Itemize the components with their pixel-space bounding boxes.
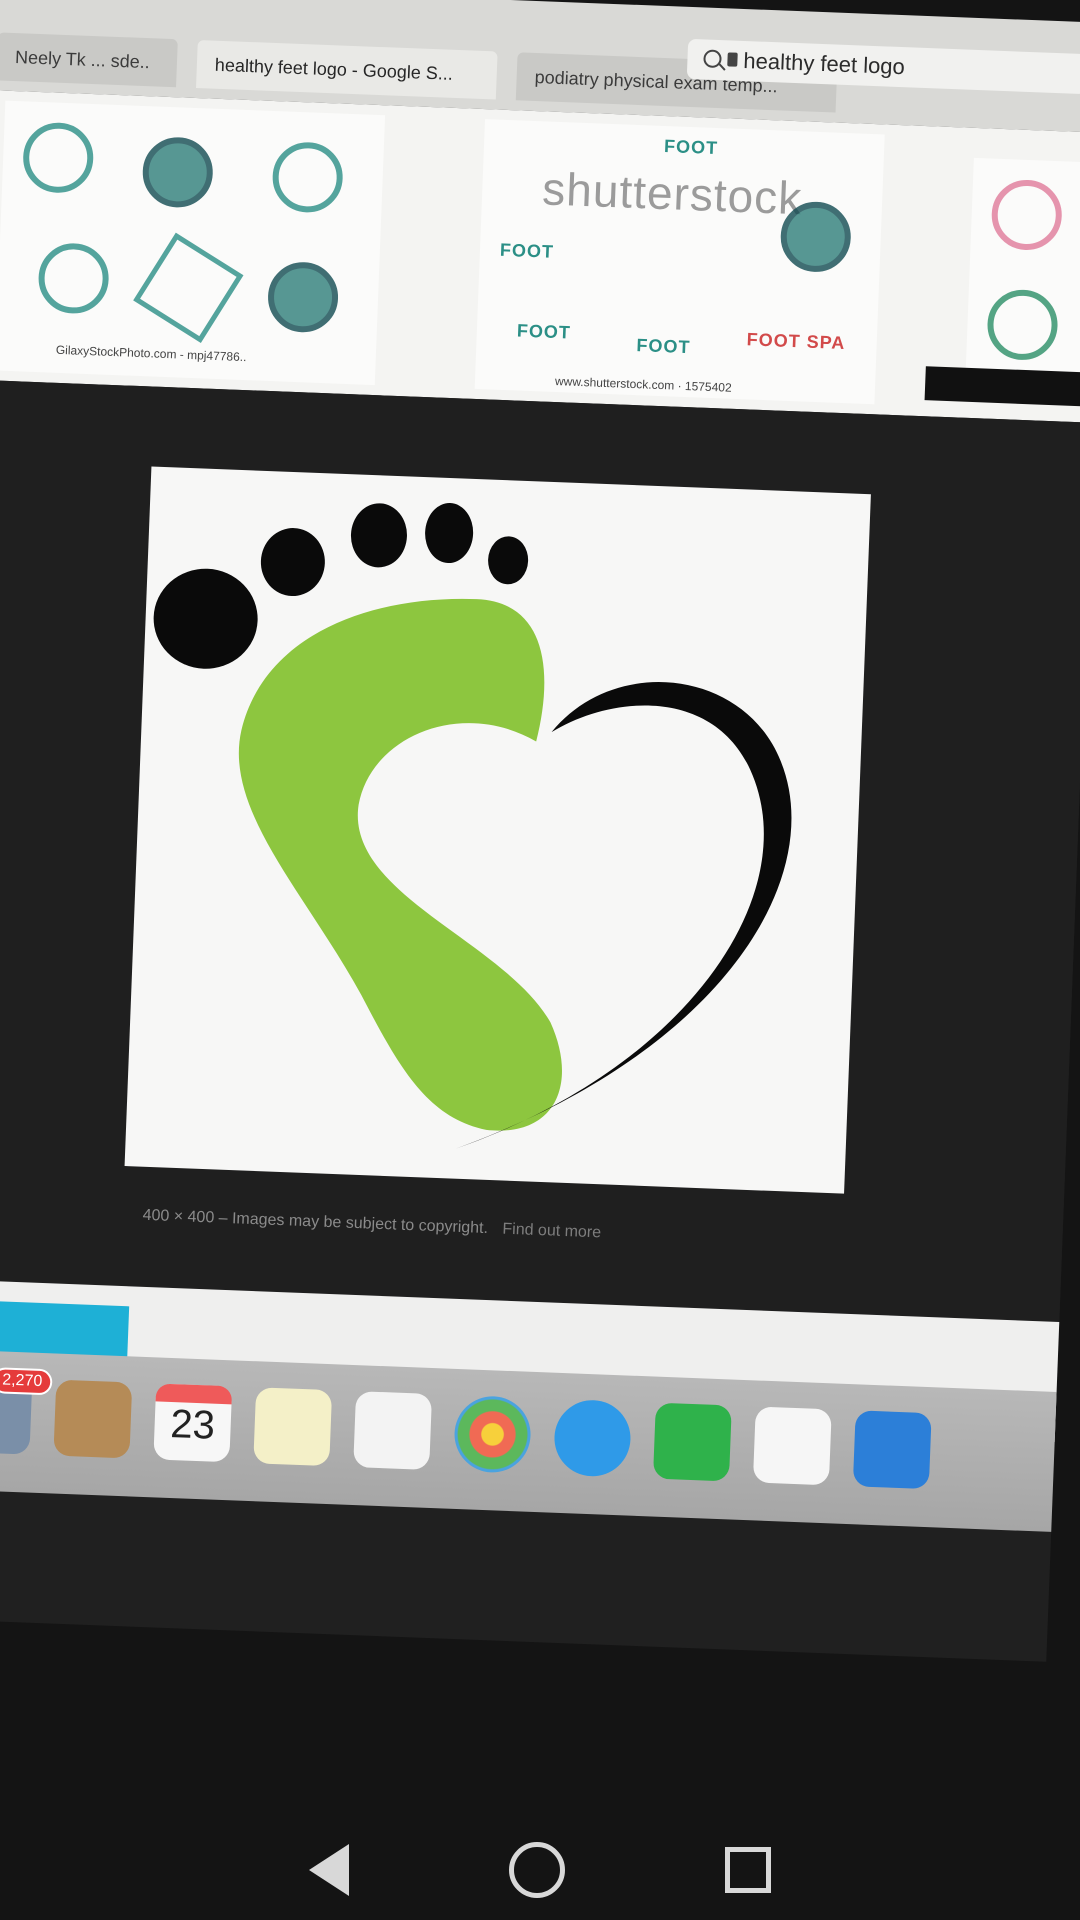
logo-thumb-icon (21, 121, 95, 195)
calendar-icon[interactable]: 23 (153, 1383, 233, 1463)
thumbnail-caption: GilaxyStockPhoto.com - mpj47786.. (55, 342, 247, 365)
numbers-icon[interactable] (752, 1406, 832, 1486)
calendar-day: 23 (169, 1402, 216, 1448)
logo-thumb-icon (779, 200, 853, 274)
keynote-icon[interactable] (852, 1410, 932, 1490)
toe-big (153, 568, 258, 669)
lock-icon (727, 52, 738, 67)
foot-heart-logo (153, 503, 792, 1149)
thumbnail-caption: www.shutterstock.com · 1575402 (554, 373, 732, 395)
image-size-copyright: 400 × 400 – Images may be subject to cop… (142, 1206, 489, 1238)
preview-image[interactable] (124, 466, 871, 1194)
logo-thumb-icon (986, 288, 1059, 362)
result-thumbnail-1[interactable]: GilaxyStockPhoto.com - mpj47786.. (0, 100, 386, 386)
toe-4 (425, 503, 474, 564)
messages-icon[interactable] (553, 1398, 632, 1478)
foot-tag: FOOT (516, 320, 572, 343)
tab-active[interactable]: healthy feet logo - Google S... (196, 40, 498, 100)
toe-2 (260, 528, 325, 597)
logo-thumb-icon (266, 260, 340, 334)
toe-5 (488, 536, 529, 585)
logo-thumb-icon (133, 232, 244, 344)
photos-icon[interactable] (453, 1394, 532, 1474)
image-results-strip: GilaxyStockPhoto.com - mpj47786.. shutte… (0, 89, 1080, 423)
mail-badge: 2,270 (0, 1367, 53, 1396)
image-meta: 400 × 400 – Images may be subject to cop… (142, 1207, 601, 1243)
result-thumbnail-3[interactable] (964, 157, 1080, 403)
image-preview-panel: 400 × 400 – Images may be subject to cop… (0, 379, 1080, 1323)
logo-thumb-icon (37, 242, 110, 315)
foot-tag: FOOT (663, 136, 719, 159)
logo-thumb-icon (271, 141, 344, 214)
android-nav-bar (0, 1820, 1080, 1920)
recent-apps-icon[interactable] (725, 1847, 771, 1893)
address-text: healthy feet logo (742, 47, 906, 80)
reminders-icon[interactable] (353, 1391, 433, 1470)
foot-tag: FOOT SPA (746, 329, 846, 354)
search-icon (703, 49, 722, 69)
find-out-more-link[interactable]: Find out more (502, 1221, 601, 1242)
result-thumbnail-2[interactable]: shutterstock FOOT FOOT FOOT FOOT FOOT SP… (474, 119, 885, 405)
monitor-screen: Neely Tk ... sde.. healthy feet logo - G… (0, 0, 1080, 1662)
facetime-icon[interactable] (652, 1402, 732, 1482)
back-icon[interactable] (309, 1844, 349, 1896)
toe-3 (350, 503, 407, 568)
logo-thumb-icon (990, 178, 1064, 252)
tab-1[interactable]: Neely Tk ... sde.. (0, 32, 178, 88)
home-icon[interactable] (509, 1842, 565, 1898)
foot-green-shape (238, 598, 562, 1131)
notes-icon[interactable] (53, 1379, 133, 1459)
foot-tag: FOOT (499, 239, 555, 262)
watermark: shutterstock (541, 162, 804, 225)
foot-tag: FOOT (636, 335, 691, 358)
visit-pill[interactable] (924, 366, 1080, 407)
logo-thumb-icon (141, 136, 215, 209)
stickies-icon[interactable] (253, 1387, 333, 1467)
mail-icon[interactable]: 2,270 (0, 1367, 53, 1455)
